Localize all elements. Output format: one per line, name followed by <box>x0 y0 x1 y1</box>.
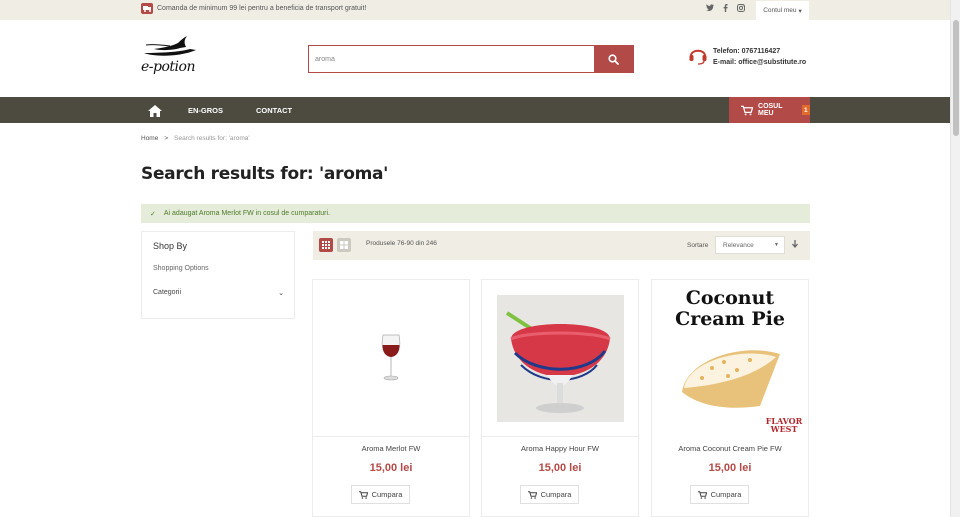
sort-direction-arrow-icon[interactable] <box>792 240 798 250</box>
product-image[interactable] <box>313 280 469 437</box>
home-icon[interactable] <box>148 104 162 122</box>
promo-text: Comanda de minimum 99 lei pentru a benef… <box>157 5 367 12</box>
sidebar-filters: Shop By Shopping Options Categorii ⌄ <box>141 231 295 319</box>
product-name[interactable]: Aroma Merlot FW <box>313 444 469 453</box>
add-to-cart-button[interactable]: Cumpara <box>351 485 410 504</box>
chevron-down-icon[interactable]: ⌄ <box>278 289 284 297</box>
logo-text: e-potion <box>141 59 195 75</box>
list-view-button[interactable] <box>337 238 351 252</box>
cocktail-image <box>496 294 624 422</box>
promo-banner: Comanda de minimum 99 lei pentru a benef… <box>141 3 366 14</box>
toolbar-amount: Produsele 76-90 din 246 <box>366 240 437 247</box>
product-price: 15,00 lei <box>538 462 582 474</box>
grid-icon <box>322 241 330 249</box>
twitter-icon[interactable] <box>706 4 714 14</box>
product-name[interactable]: Aroma Coconut Cream Pie FW <box>652 444 808 453</box>
nav-item-en-gros[interactable]: EN-GROS <box>188 106 223 115</box>
wine-glass-image <box>381 334 401 381</box>
site-logo[interactable]: e-potion <box>140 35 200 85</box>
sort-select-value: Relevance <box>723 241 754 249</box>
truck-icon <box>141 3 153 14</box>
list-icon <box>340 241 348 249</box>
add-to-cart-label: Cumpara <box>371 490 403 499</box>
product-price: 15,00 lei <box>369 462 413 474</box>
search-icon <box>608 53 619 65</box>
boat-logo-icon <box>144 36 196 56</box>
breadcrumb-current: Search results for: 'aroma' <box>174 135 250 142</box>
contact-phone: Telefon: 0767116427 <box>713 48 781 55</box>
search-bar <box>308 45 634 73</box>
nav-item-contact[interactable]: CONTACT <box>256 106 292 115</box>
product-image[interactable] <box>482 280 638 437</box>
coconut-cream-pie-image: Coconut Cream Pie FLAVOR WEST <box>652 279 808 437</box>
add-to-cart-label: Cumpara <box>540 490 572 499</box>
sort-select[interactable]: Relevance ▼ <box>715 236 785 254</box>
breadcrumb: Home > Search results for: 'aroma' <box>141 135 250 142</box>
sidebar-title: Shop By <box>153 241 188 251</box>
success-message-text: Ai adaugat Aroma Merlot FW in cosul de c… <box>163 210 331 217</box>
sidebar-subtitle: Shopping Options <box>153 265 209 272</box>
product-image[interactable]: Coconut Cream Pie FLAVOR WEST <box>652 279 808 437</box>
chevron-down-icon: ▼ <box>774 242 779 248</box>
account-label: Contul meu <box>763 7 797 14</box>
cart-button[interactable]: COSUL MEU 1 <box>729 97 810 123</box>
add-to-cart-label: Cumpara <box>710 490 742 499</box>
page-title: Search results for: 'aroma' <box>141 164 389 184</box>
image-title-line-1: Coconut <box>686 287 775 309</box>
image-title-line-2: Cream Pie <box>675 308 785 330</box>
facebook-icon[interactable] <box>723 4 728 14</box>
add-to-cart-button[interactable]: Cumpara <box>520 485 579 504</box>
contact-email[interactable]: E-mail: office@substitute.ro <box>713 57 806 68</box>
cart-count-badge: 1 <box>801 105 810 115</box>
headset-icon <box>689 49 707 65</box>
add-to-cart-button[interactable]: Cumpara <box>690 485 749 504</box>
product-toolbar: Produsele 76-90 din 246 Sortare Relevanc… <box>313 231 810 260</box>
product-price: 15,00 lei <box>708 462 752 474</box>
check-icon: ✓ <box>150 210 156 218</box>
chevron-down-icon: ▾ <box>798 7 802 15</box>
product-name[interactable]: Aroma Happy Hour FW <box>482 444 638 453</box>
breadcrumb-separator: > <box>164 135 169 142</box>
product-card[interactable]: Aroma Merlot FW 15,00 lei Cumpara <box>312 279 470 517</box>
top-bar: Comanda de minimum 99 lei pentru a benef… <box>0 0 950 20</box>
product-card[interactable]: Coconut Cream Pie FLAVOR WEST Aroma Coco… <box>651 279 809 517</box>
search-button[interactable] <box>594 46 633 72</box>
success-message: ✓ Ai adaugat Aroma Merlot FW in cosul de… <box>141 204 810 223</box>
brand-line-2: WEST <box>770 424 798 434</box>
cart-label: COSUL MEU <box>758 103 783 117</box>
page-scrollbar[interactable] <box>950 0 960 517</box>
cart-icon <box>527 490 537 499</box>
filter-categories[interactable]: Categorii <box>153 289 181 296</box>
search-input[interactable] <box>309 46 594 72</box>
product-card[interactable]: Aroma Happy Hour FW 15,00 lei Cumpara <box>481 279 639 517</box>
cart-icon <box>358 490 368 499</box>
grid-view-button[interactable] <box>319 238 333 252</box>
sort-label: Sortare <box>687 242 709 249</box>
breadcrumb-home[interactable]: Home <box>141 135 158 142</box>
cart-icon <box>741 105 754 115</box>
cart-icon <box>697 490 707 499</box>
instagram-icon[interactable] <box>737 4 745 14</box>
account-menu[interactable]: Contul meu ▾ <box>756 1 809 20</box>
contact-info: Telefon: 0767116427 E-mail: office@subst… <box>689 45 806 68</box>
scrollbar-thumb[interactable] <box>953 20 959 136</box>
social-links <box>706 4 745 14</box>
